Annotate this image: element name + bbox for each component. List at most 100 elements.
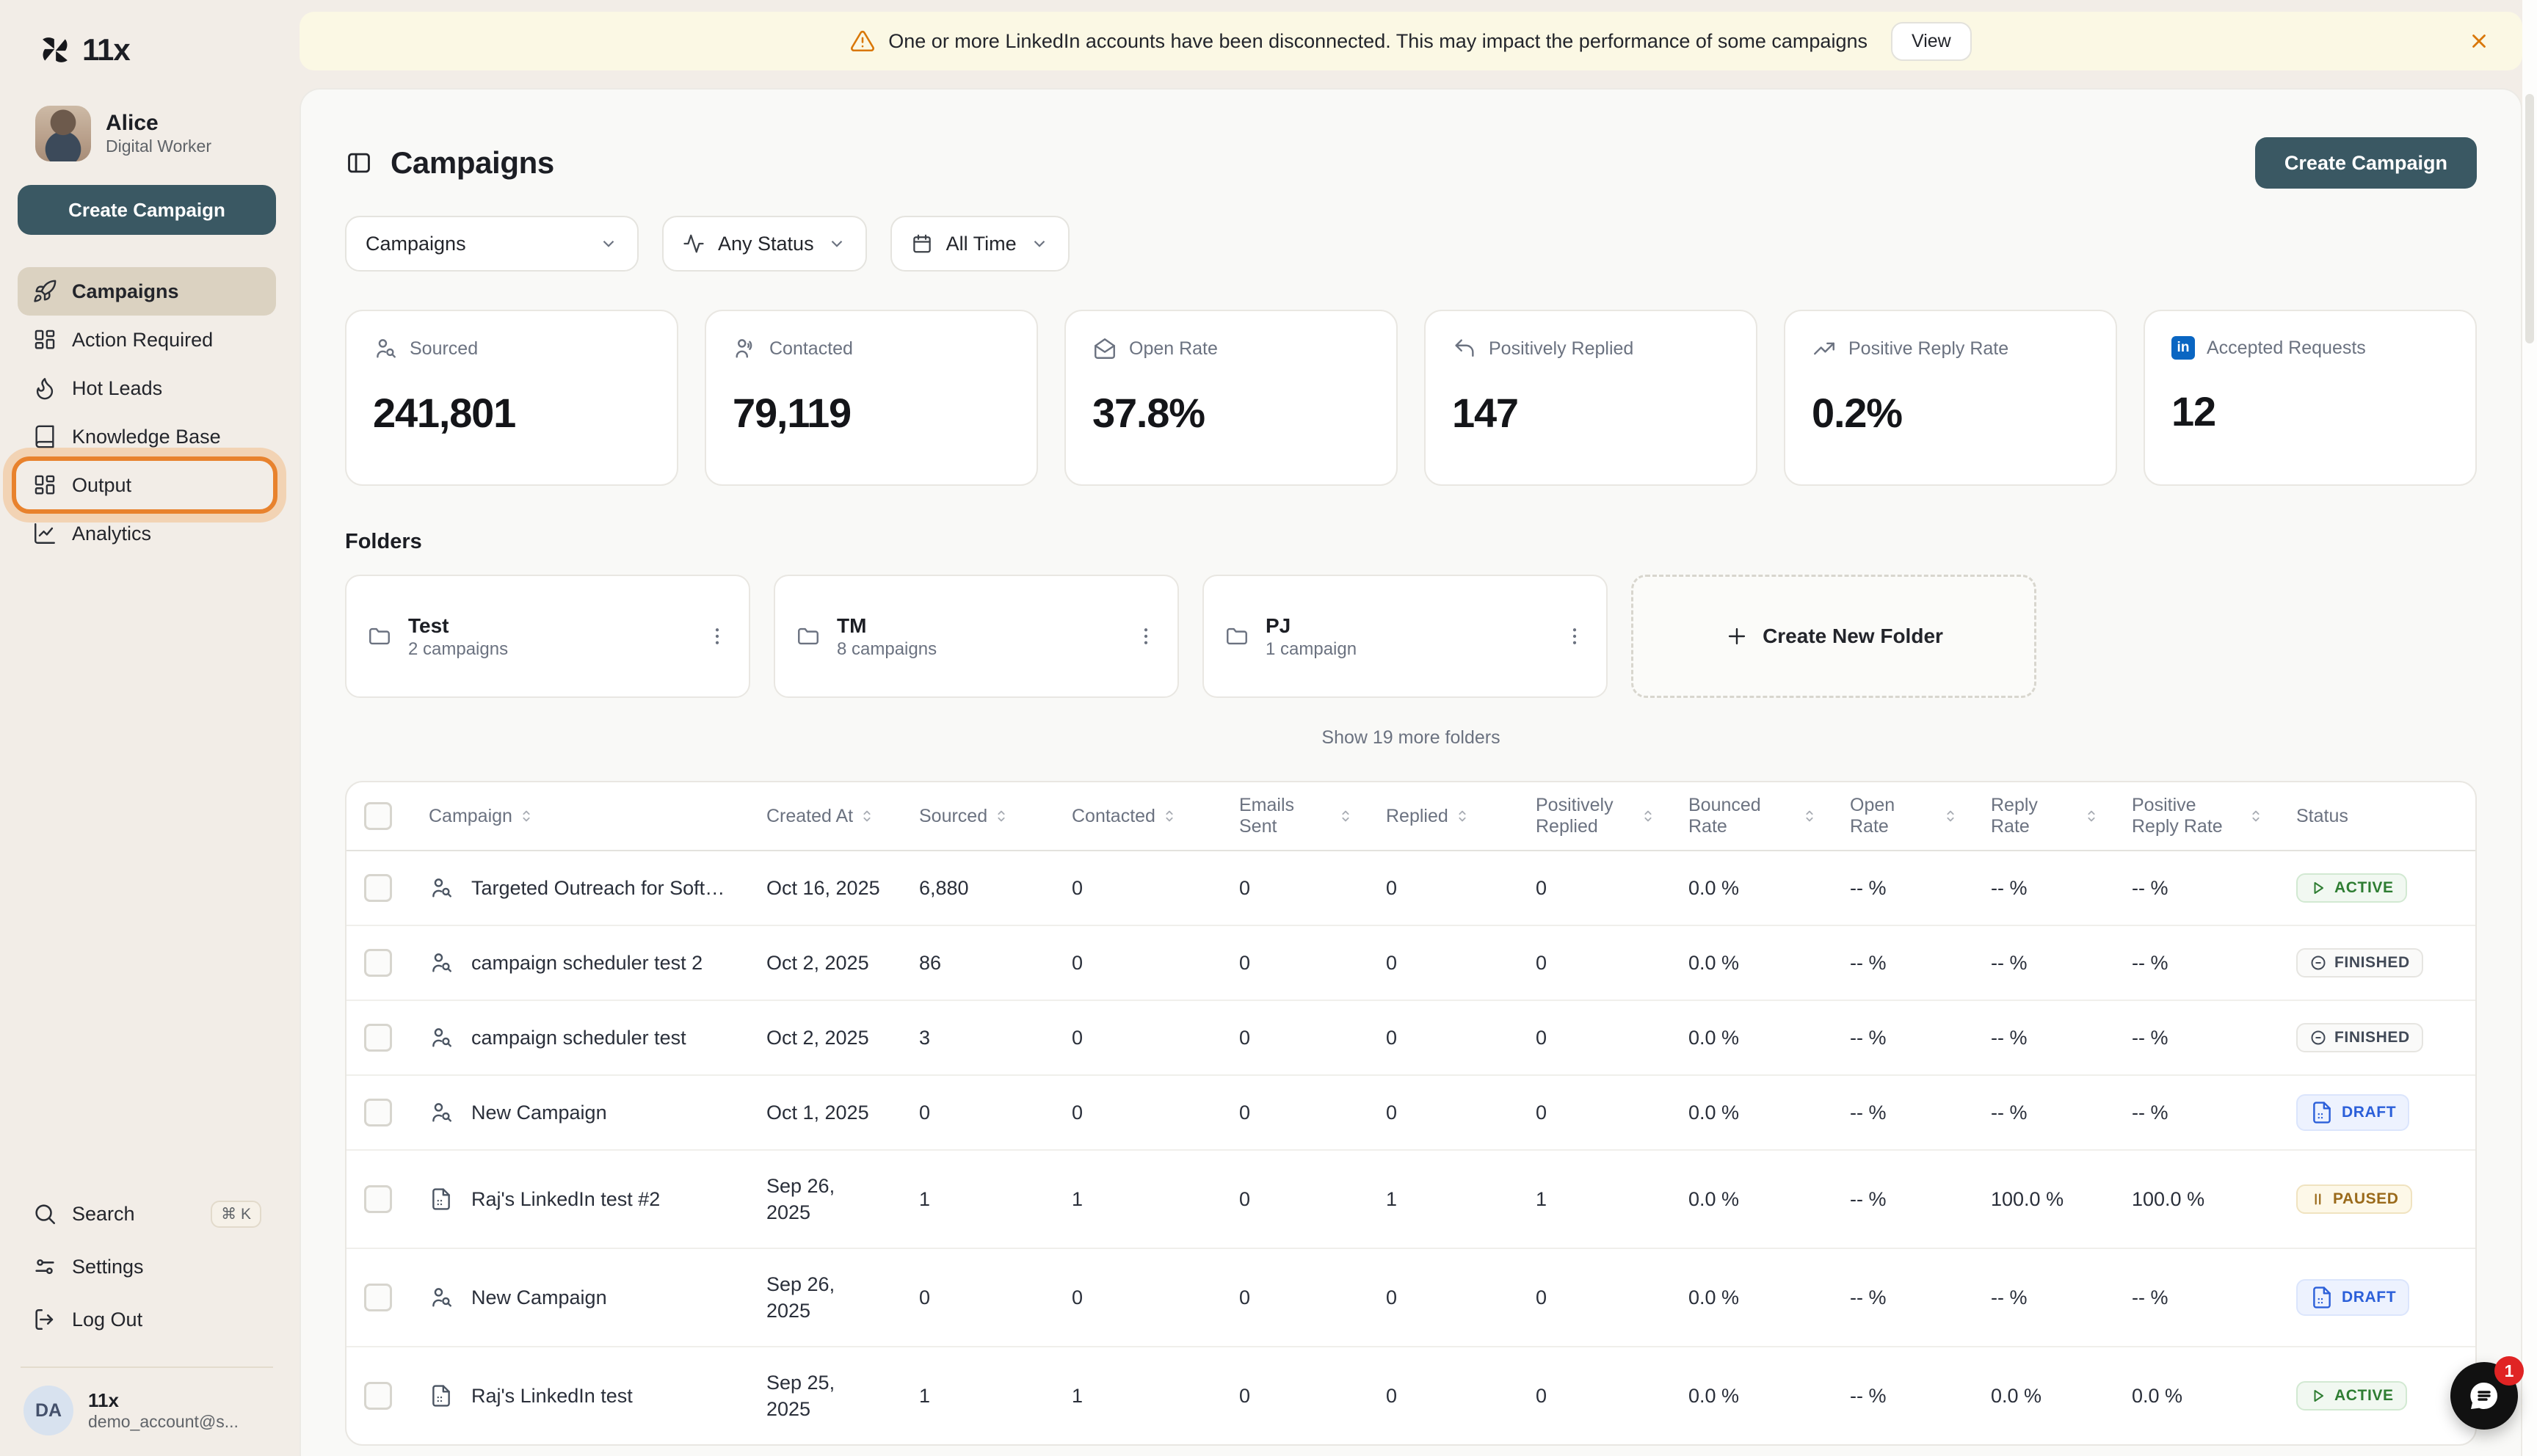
scrollbar-thumb[interactable] <box>2525 94 2534 343</box>
status-file-icon <box>2309 1285 2334 1310</box>
campaign-name[interactable]: New Campaign <box>471 1286 607 1309</box>
column-header-campaign[interactable]: Campaign <box>411 797 749 836</box>
sort-icon <box>993 808 1009 824</box>
cell-replied: 0 <box>1368 1376 1518 1416</box>
column-label: Created At <box>766 806 853 827</box>
sort-icon <box>1942 808 1959 824</box>
column-header-emails-sent[interactable]: Emails Sent <box>1222 786 1368 846</box>
cell-replied: 0 <box>1368 1018 1518 1058</box>
account-row[interactable]: DA 11x demo_account@s... <box>18 1386 276 1435</box>
folder-menu-icon[interactable] <box>1135 625 1157 647</box>
11x-logo-icon <box>38 33 72 67</box>
cell-emails-sent: 0 <box>1222 1376 1368 1416</box>
cell-sourced: 86 <box>901 943 1054 983</box>
create-new-folder-button[interactable]: Create New Folder <box>1631 575 2036 698</box>
sort-icon <box>859 808 875 824</box>
show-more-folders[interactable]: Show 19 more folders <box>345 727 2477 749</box>
cell-contacted: 0 <box>1054 1018 1222 1058</box>
sidebar-item-analytics[interactable]: Analytics <box>18 509 276 558</box>
column-label: Reply Rate <box>1991 795 2077 837</box>
select-all-checkbox[interactable] <box>364 802 392 830</box>
column-header-reply-rate[interactable]: Reply Rate <box>1973 786 2114 846</box>
time-filter[interactable]: All Time <box>890 216 1070 272</box>
folder-card-pj[interactable]: PJ 1 campaign <box>1202 575 1608 698</box>
table-row[interactable]: Raj's LinkedIn test #2 Sep 26, 2025 1 1 … <box>346 1151 2475 1249</box>
campaign-name[interactable]: Targeted Outreach for Softw... <box>471 877 734 900</box>
row-checkbox[interactable] <box>364 1382 392 1410</box>
folder-menu-icon[interactable] <box>1564 625 1586 647</box>
sidebar-item-label: Knowledge Base <box>72 426 221 448</box>
row-checkbox[interactable] <box>364 1284 392 1311</box>
sidebar-create-campaign-button[interactable]: Create Campaign <box>18 185 276 235</box>
stat-label: Positively Replied <box>1489 338 1633 360</box>
campaign-name[interactable]: campaign scheduler test <box>471 1027 686 1049</box>
cell-positive-reply-rate: -- % <box>2114 1018 2279 1058</box>
dashboard-icon <box>32 327 57 352</box>
cell-positive-reply-rate: 0.0 % <box>2114 1376 2279 1416</box>
folder-name: PJ <box>1266 613 1357 639</box>
row-checkbox[interactable] <box>364 1185 392 1213</box>
folder-menu-icon[interactable] <box>706 625 728 647</box>
column-header-sourced[interactable]: Sourced <box>901 797 1054 836</box>
logout-button[interactable]: Log Out <box>18 1293 276 1346</box>
type-filter-select[interactable]: Campaigns <box>345 216 639 272</box>
cell-sourced: 3 <box>901 1018 1054 1058</box>
cell-bounced-rate: 0.0 % <box>1671 1278 1832 1318</box>
table-row[interactable]: New Campaign Oct 1, 2025 0 0 0 0 0 0.0 %… <box>346 1076 2475 1151</box>
settings-button[interactable]: Settings <box>18 1240 276 1293</box>
user-avatar <box>35 106 91 161</box>
user-name: Alice <box>106 111 211 136</box>
column-label: Positively Replied <box>1536 795 1634 837</box>
campaign-name[interactable]: campaign scheduler test 2 <box>471 952 703 975</box>
user-profile[interactable]: Alice Digital Worker <box>18 106 276 161</box>
sort-icon <box>2248 808 2264 824</box>
type-filter-value: Campaigns <box>366 233 466 255</box>
panel-toggle-icon[interactable] <box>345 149 373 177</box>
status-filter[interactable]: Any Status <box>662 216 867 272</box>
column-header-open-rate[interactable]: Open Rate <box>1832 786 1973 846</box>
create-campaign-button[interactable]: Create Campaign <box>2255 137 2477 189</box>
table-row[interactable]: Raj's LinkedIn test Sep 25, 2025 1 1 0 0… <box>346 1347 2475 1444</box>
app: 11x Alice Digital Worker Create Campaign… <box>0 0 2537 1456</box>
table-row[interactable]: campaign scheduler test 2 Oct 2, 2025 86… <box>346 926 2475 1001</box>
column-header-replied[interactable]: Replied <box>1368 797 1518 836</box>
scrollbar[interactable] <box>2522 0 2537 1456</box>
book-icon <box>32 424 57 449</box>
campaign-name[interactable]: New Campaign <box>471 1102 607 1124</box>
cell-reply-rate: -- % <box>1973 943 2114 983</box>
table-row[interactable]: Targeted Outreach for Softw... Oct 16, 2… <box>346 851 2475 926</box>
table-row[interactable]: New Campaign Sep 26, 2025 0 0 0 0 0 0.0 … <box>346 1249 2475 1347</box>
cell-replied: 0 <box>1368 1093 1518 1133</box>
row-checkbox[interactable] <box>364 1099 392 1126</box>
campaign-name[interactable]: Raj's LinkedIn test #2 <box>471 1188 660 1211</box>
chat-widget-button[interactable]: 1 <box>2450 1362 2518 1430</box>
sidebar-item-campaigns[interactable]: Campaigns <box>18 267 276 316</box>
row-checkbox[interactable] <box>364 874 392 902</box>
campaign-type-icon <box>429 1285 454 1310</box>
column-header-positively-replied[interactable]: Positively Replied <box>1518 786 1671 846</box>
folder-card-tm[interactable]: TM 8 campaigns <box>774 575 1179 698</box>
sidebar-item-action-required[interactable]: Action Required <box>18 316 276 364</box>
table-row[interactable]: campaign scheduler test Oct 2, 2025 3 0 … <box>346 1001 2475 1076</box>
cell-replied: 0 <box>1368 1278 1518 1318</box>
chevron-down-icon <box>599 234 618 253</box>
search-button[interactable]: Search ⌘ K <box>18 1187 276 1240</box>
column-label: Campaign <box>429 806 512 827</box>
sidebar-item-knowledge-base[interactable]: Knowledge Base <box>18 412 276 461</box>
campaign-name[interactable]: Raj's LinkedIn test <box>471 1385 633 1408</box>
folder-card-test[interactable]: Test 2 campaigns <box>345 575 750 698</box>
sort-icon <box>1338 808 1354 824</box>
row-checkbox[interactable] <box>364 1024 392 1052</box>
row-checkbox[interactable] <box>364 949 392 977</box>
column-header-positive-reply-rate[interactable]: Positive Reply Rate <box>2114 786 2279 846</box>
column-header-created-at[interactable]: Created At <box>749 797 901 836</box>
banner-view-button[interactable]: View <box>1891 22 1972 61</box>
sidebar-item-hot-leads[interactable]: Hot Leads <box>18 364 276 412</box>
status-badge: DRAFT <box>2296 1094 2409 1131</box>
cell-sourced: 6,880 <box>901 868 1054 909</box>
chart-icon <box>32 521 57 546</box>
column-header-contacted[interactable]: Contacted <box>1054 797 1222 836</box>
sidebar-item-output[interactable]: Output <box>18 461 276 509</box>
column-header-bounced-rate[interactable]: Bounced Rate <box>1671 786 1832 846</box>
banner-close-icon[interactable] <box>2468 30 2490 52</box>
